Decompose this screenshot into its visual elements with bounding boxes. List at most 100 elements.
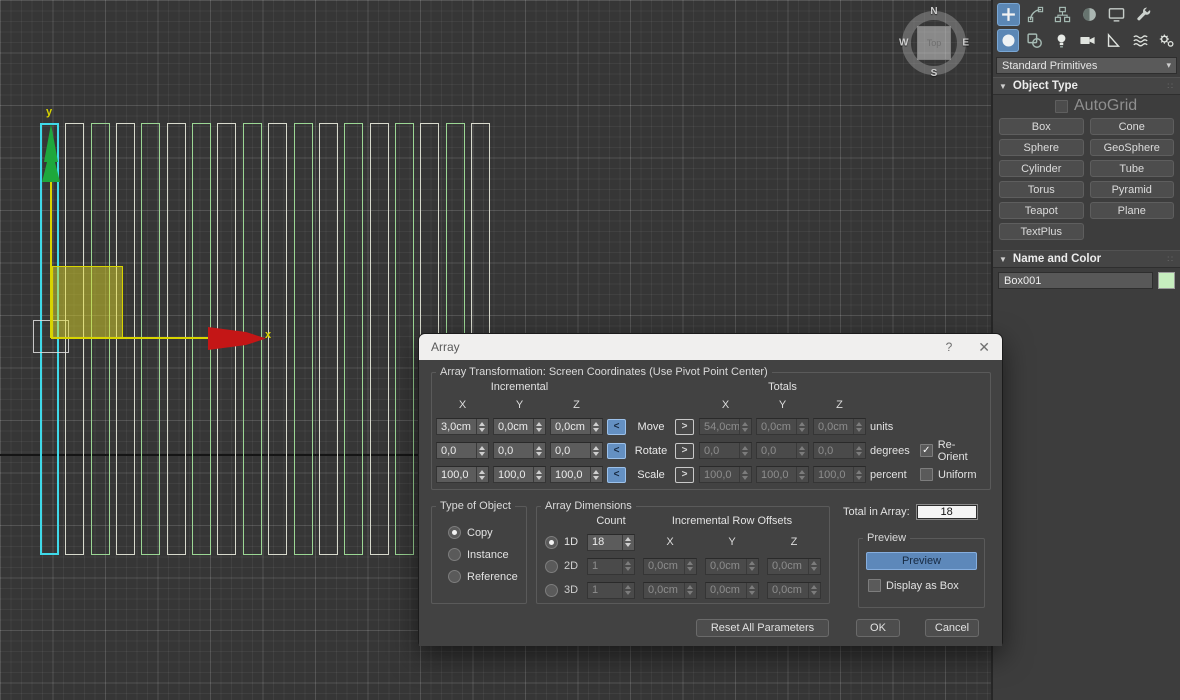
autogrid-checkbox[interactable]: AutoGrid [1055,97,1137,115]
plane-button[interactable]: Plane [1089,202,1174,219]
scale-incremental-toggle[interactable]: < [607,466,626,483]
compass-south[interactable]: S [931,68,938,79]
rotate-totals-toggle[interactable]: > [675,442,694,459]
geometry-icon[interactable] [997,28,1020,52]
display-as-box-checkbox[interactable]: Display as Box [868,579,984,592]
rotate-incremental-x-spinner[interactable] [476,443,488,458]
array-box-copy[interactable] [116,123,136,555]
move-incremental-y[interactable]: 0,0cm [493,418,546,435]
hierarchy-icon[interactable] [1051,3,1074,26]
rotate-incremental-y[interactable]: 0,0 [493,442,546,459]
1d-count-spinner[interactable] [622,534,634,550]
uniform-checkbox-box[interactable] [920,468,933,481]
array-box-copy[interactable] [394,123,414,555]
rollout-object-type[interactable]: ▼ Object Type ∷ [993,77,1180,95]
re-orient-checkbox-box[interactable]: ✓ [920,444,933,457]
1d-radio-dot[interactable] [545,535,558,549]
array-box-copy[interactable] [166,123,186,555]
move-incremental-y-spinner[interactable] [533,419,545,434]
box-button[interactable]: Box [999,118,1084,135]
array-box-copy[interactable] [344,123,364,555]
viewcube-compass-ring[interactable] [902,11,966,75]
pyramid-button[interactable]: Pyramid [1089,181,1174,198]
scale-incremental-z[interactable]: 100,0 [550,466,603,483]
move-incremental-x[interactable]: 3,0cm [436,418,489,435]
gizmo-xy-plane-handle[interactable] [52,266,123,338]
2d-radio-dot[interactable] [545,559,558,573]
help-button[interactable]: ? [934,340,964,354]
preview-button[interactable]: Preview [866,552,977,570]
helpers-icon[interactable] [1103,29,1125,52]
textplus-button[interactable]: TextPlus [999,223,1084,240]
shapes-icon[interactable] [1023,29,1045,52]
copy-radio-dot[interactable] [448,526,461,539]
move-incremental-x-spinner[interactable] [476,419,488,434]
uniform-checkbox[interactable]: Uniform [920,468,984,481]
rotate-incremental-y-spinner[interactable] [533,443,545,458]
reset-all-parameters-button[interactable]: Reset All Parameters [696,619,829,637]
rotate-incremental-z-spinner[interactable] [590,443,602,458]
autogrid-checkbox-box[interactable] [1055,99,1068,113]
display-as-box-checkbox-box[interactable] [868,579,881,592]
array-box-copy[interactable] [293,123,313,555]
rollout-name-color[interactable]: ▼ Name and Color ∷ [993,250,1180,268]
ok-button[interactable]: OK [856,619,900,637]
array-box-copy[interactable] [141,123,161,555]
lights-icon[interactable] [1050,29,1072,52]
reference-radio-dot[interactable] [448,570,461,583]
instance-radio-dot[interactable] [448,548,461,561]
1d-count[interactable]: 18 [587,533,635,551]
create-icon[interactable] [997,3,1020,26]
scale-incremental-z-spinner[interactable] [590,467,602,482]
systems-icon[interactable] [1156,29,1178,52]
array-box-copy[interactable] [90,123,110,555]
torus-button[interactable]: Torus [999,181,1084,198]
scale-incremental-y[interactable]: 100,0 [493,466,546,483]
scale-totals-toggle[interactable]: > [675,466,694,483]
cancel-button[interactable]: Cancel [925,619,979,637]
teapot-button[interactable]: Teapot [999,202,1084,219]
scale-incremental-x[interactable]: 100,0 [436,466,489,483]
geosphere-button[interactable]: GeoSphere [1089,139,1174,156]
1d-radio[interactable]: 1D [545,535,579,549]
modify-icon[interactable] [1024,3,1047,26]
copy-radio[interactable]: Copy [448,526,526,539]
dialog-titlebar[interactable]: Array ? ✕ [419,334,1002,360]
re-orient-checkbox[interactable]: ✓ Re-Orient [920,439,984,463]
cone-button[interactable]: Cone [1089,118,1174,135]
move-incremental-z-spinner[interactable] [590,419,602,434]
object-color-swatch[interactable] [1158,272,1175,289]
move-incremental-toggle[interactable]: < [607,418,626,435]
object-name-input[interactable]: Box001 [998,272,1153,289]
rotate-incremental-z[interactable]: 0,0 [550,442,603,459]
motion-icon[interactable] [1078,3,1101,26]
rotate-incremental-x[interactable]: 0,0 [436,442,489,459]
reference-radio[interactable]: Reference [448,570,526,583]
scale-incremental-y-spinner[interactable] [533,467,545,482]
cameras-icon[interactable] [1076,29,1098,52]
move-incremental-z[interactable]: 0,0cm [550,418,603,435]
array-box-copy[interactable] [369,123,389,555]
instance-radio[interactable]: Instance [448,548,526,561]
2d-radio[interactable]: 2D [545,559,579,573]
utilities-icon[interactable] [1132,3,1155,26]
rotate-incremental-toggle[interactable]: < [607,442,626,459]
viewcube[interactable]: Top N S W E [899,6,969,79]
3d-radio-dot[interactable] [545,583,558,597]
close-button[interactable]: ✕ [964,339,990,356]
compass-west[interactable]: W [899,38,908,49]
tube-button[interactable]: Tube [1089,160,1174,177]
space-warps-icon[interactable] [1129,29,1151,52]
cylinder-button[interactable]: Cylinder [999,160,1084,177]
move-totals-toggle[interactable]: > [675,418,694,435]
category-dropdown[interactable]: Standard Primitives ▾ [996,57,1177,74]
gizmo-x-arrow-icon[interactable] [208,326,266,352]
display-icon[interactable] [1105,3,1128,26]
scale-incremental-x-spinner[interactable] [476,467,488,482]
gizmo-y-arrow-icon[interactable] [38,124,64,184]
compass-east[interactable]: E [962,38,969,49]
3d-radio[interactable]: 3D [545,583,579,597]
array-box-copy[interactable] [318,123,338,555]
sphere-button[interactable]: Sphere [999,139,1084,156]
compass-north[interactable]: N [930,6,937,17]
